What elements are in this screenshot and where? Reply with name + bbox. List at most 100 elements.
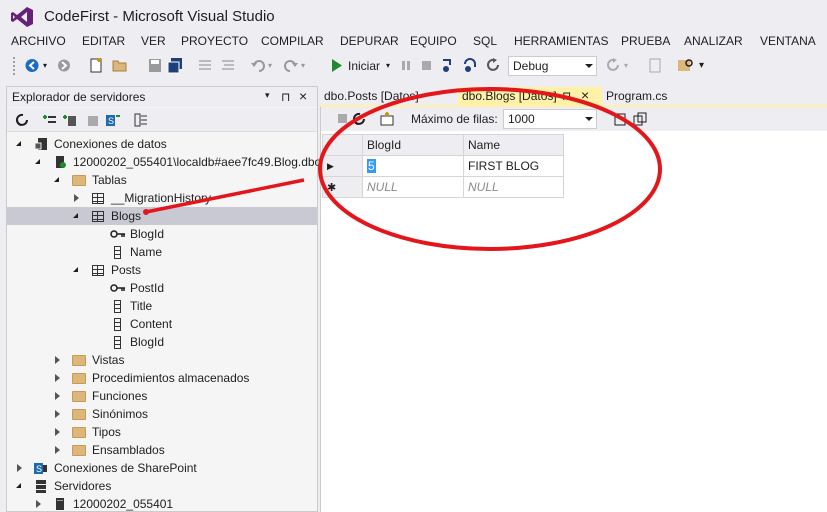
tree-node-column[interactable]: BlogId — [7, 333, 317, 351]
toolbar-grip[interactable] — [12, 56, 16, 75]
connect-database-icon[interactable] — [62, 112, 78, 128]
tree-node-column[interactable]: BlogId — [7, 225, 317, 243]
restart-icon[interactable] — [485, 57, 501, 74]
delete-icon[interactable] — [85, 112, 101, 128]
configuration-dropdown[interactable]: Debug — [508, 56, 597, 76]
tree-node-types[interactable]: Tipos — [7, 423, 317, 441]
script-file-icon[interactable] — [632, 111, 648, 127]
refresh-icon[interactable] — [605, 57, 621, 74]
tree-node-column[interactable]: Content — [7, 315, 317, 333]
tree-node-functions[interactable]: Funciones — [7, 387, 317, 405]
cell-name[interactable]: NULL — [463, 176, 564, 198]
step-over-icon[interactable] — [462, 57, 478, 74]
expanded-arrow-icon[interactable] — [16, 483, 21, 488]
redo-dropdown-icon[interactable]: ▾ — [301, 57, 305, 74]
back-icon[interactable] — [24, 57, 42, 74]
tree-node-migration-history[interactable]: __MigrationHistory — [7, 189, 317, 207]
cell-blogid[interactable]: NULL — [362, 176, 464, 198]
tab-blogs-data[interactable]: dbo.Blogs [Datos] ⊓ × — [458, 87, 602, 106]
tree-node-posts[interactable]: Posts — [7, 261, 317, 279]
forward-icon[interactable] — [56, 57, 72, 74]
menu-prueba[interactable]: PRUEBA — [621, 34, 670, 48]
redo-icon[interactable] — [283, 57, 299, 74]
browser-link-icon[interactable] — [647, 57, 663, 74]
collapsed-arrow-icon[interactable] — [17, 464, 22, 472]
max-rows-dropdown[interactable]: 1000 — [503, 109, 597, 129]
start-dropdown-icon[interactable]: ▾ — [386, 57, 390, 74]
start-button[interactable]: Iniciar — [348, 57, 380, 74]
tree-node-column[interactable]: Title — [7, 297, 317, 315]
collapsed-arrow-icon[interactable] — [55, 356, 60, 364]
properties-icon[interactable] — [133, 112, 149, 128]
tree-node-column[interactable]: PostId — [7, 279, 317, 297]
collapsed-arrow-icon[interactable] — [74, 194, 79, 202]
menu-compilar[interactable]: COMPILAR — [261, 34, 324, 48]
new-row-indicator-icon[interactable]: ✱ — [322, 176, 363, 198]
tree-node-column[interactable]: Name — [7, 243, 317, 261]
collapsed-arrow-icon[interactable] — [55, 446, 60, 454]
new-project-icon[interactable] — [88, 57, 104, 74]
tree-node-stored-procedures[interactable]: Procedimientos almacenados — [7, 369, 317, 387]
tree-node-blogs[interactable]: Blogs — [7, 207, 317, 225]
tree-node-servers[interactable]: Servidores — [7, 477, 317, 495]
expanded-arrow-icon[interactable] — [73, 267, 78, 272]
column-header-name[interactable]: Name — [463, 134, 564, 156]
filter-sort-icon[interactable] — [379, 111, 395, 127]
script-icon[interactable] — [612, 111, 628, 127]
tree-node-views[interactable]: Vistas — [7, 351, 317, 369]
undo-dropdown-icon[interactable]: ▾ — [268, 57, 272, 74]
toolbar-overflow-icon[interactable]: ▾ — [699, 57, 704, 74]
panel-menu-dropdown-icon[interactable]: ▾ — [265, 90, 270, 101]
column-header-blogid[interactable]: BlogId — [362, 134, 464, 156]
tree-node-connection[interactable]: 12000202_055401\localdb#aee7fc49.Blog.db… — [7, 153, 321, 171]
close-icon[interactable]: × — [581, 87, 589, 103]
refresh-icon[interactable] — [14, 112, 30, 128]
pause-icon[interactable] — [400, 57, 412, 74]
tree-node-assemblies[interactable]: Ensamblados — [7, 441, 317, 459]
uncomment-icon[interactable] — [220, 57, 236, 74]
refresh-dropdown-icon[interactable]: ▾ — [624, 57, 628, 74]
start-play-icon[interactable] — [330, 57, 344, 74]
cell-name[interactable]: FIRST BLOG — [463, 155, 564, 177]
collapsed-arrow-icon[interactable] — [55, 428, 60, 436]
collapsed-arrow-icon[interactable] — [55, 374, 60, 382]
stop-icon[interactable] — [421, 57, 433, 74]
cell-blogid[interactable]: 5 — [362, 155, 464, 177]
refresh-icon[interactable] — [351, 111, 367, 127]
tab-posts-data[interactable]: dbo.Posts [Datos] — [320, 87, 448, 106]
pin-icon[interactable]: ⊓ — [281, 90, 290, 104]
collapsed-arrow-icon[interactable] — [55, 392, 60, 400]
current-row-indicator-icon[interactable]: ▶ — [322, 155, 363, 177]
stop-refresh-icon[interactable] — [42, 112, 58, 128]
expanded-arrow-icon[interactable] — [54, 177, 59, 182]
tree-node-synonyms[interactable]: Sinónimos — [7, 405, 317, 423]
menu-equipo[interactable]: EQUIPO — [410, 34, 457, 48]
save-all-icon[interactable] — [167, 57, 183, 74]
comment-icon[interactable] — [197, 57, 213, 74]
expanded-arrow-icon[interactable] — [73, 213, 78, 218]
tab-program-cs[interactable]: Program.cs — [602, 87, 692, 106]
stop-query-icon[interactable] — [335, 111, 351, 127]
sharepoint-connect-icon[interactable]: S — [105, 112, 121, 128]
menu-depurar[interactable]: DEPURAR — [340, 34, 399, 48]
close-icon[interactable]: × — [299, 88, 307, 104]
collapsed-arrow-icon[interactable] — [36, 500, 41, 508]
find-in-files-icon[interactable] — [677, 57, 695, 74]
tree-node-sharepoint[interactable]: S Conexiones de SharePoint — [7, 459, 317, 477]
collapsed-arrow-icon[interactable] — [55, 410, 60, 418]
step-into-icon[interactable] — [440, 57, 456, 74]
menu-sql[interactable]: SQL — [473, 34, 497, 48]
menu-proyecto[interactable]: PROYECTO — [181, 34, 248, 48]
tree-node-data-connections[interactable]: Conexiones de datos — [7, 135, 317, 153]
save-icon[interactable] — [147, 57, 163, 74]
tree-node-tables[interactable]: Tablas — [7, 171, 317, 189]
open-folder-icon[interactable] — [111, 57, 129, 74]
menu-ver[interactable]: VER — [141, 34, 166, 48]
expanded-arrow-icon[interactable] — [16, 141, 21, 146]
menu-analizar[interactable]: ANALIZAR — [684, 34, 743, 48]
undo-icon[interactable] — [250, 57, 266, 74]
expanded-arrow-icon[interactable] — [35, 159, 40, 164]
menu-editar[interactable]: EDITAR — [82, 34, 125, 48]
menu-herramientas[interactable]: HERRAMIENTAS — [514, 34, 608, 48]
back-dropdown-icon[interactable]: ▾ — [43, 57, 47, 74]
